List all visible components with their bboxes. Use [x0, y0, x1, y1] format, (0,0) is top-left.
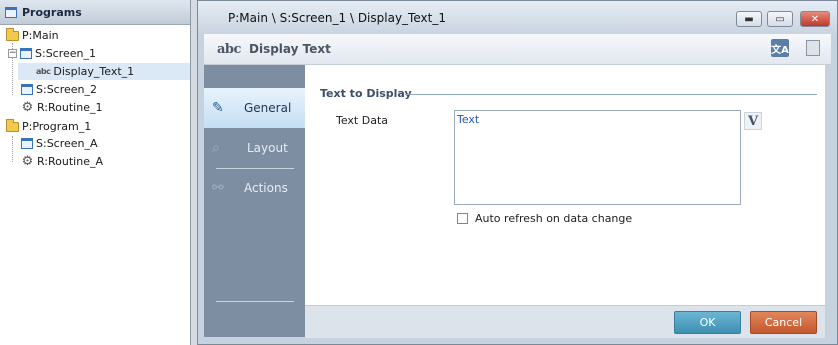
collapse-toggle[interactable]: − [8, 49, 17, 58]
tree-item-label: S:Screen_A [36, 137, 98, 150]
gear-icon: ⚙ [21, 100, 34, 115]
folder-icon [6, 118, 19, 132]
tree-item-p-main[interactable]: P:Main [6, 27, 59, 44]
tree-item-r-routine-a[interactable]: ⚙ R:Routine_A [21, 153, 103, 170]
display-text-dialog: P:Main \ S:Screen_1 \ Display_Text_1 ▬ ▭… [197, 0, 838, 345]
minimize-icon: ▬ [744, 13, 754, 25]
minimize-button[interactable]: ▬ [736, 11, 762, 27]
close-button[interactable]: ✕ [800, 11, 830, 27]
programs-icon [5, 6, 17, 18]
tree-header: Programs [0, 0, 190, 25]
tree-item-label: P:Main [22, 29, 59, 42]
maximize-icon: ▭ [775, 13, 785, 25]
auto-refresh-option[interactable]: Auto refresh on data change [457, 212, 632, 225]
section-title: Text to Display [320, 87, 412, 100]
tree-item-label: S:Screen_2 [36, 83, 98, 96]
window-title: P:Main \ S:Screen_1 \ Display_Text_1 [228, 11, 446, 25]
section-divider [405, 94, 817, 95]
nav-item-label: Layout [247, 141, 288, 155]
dialog-header: abc Display Text 文A [204, 34, 831, 65]
tree-item-s-screen-2[interactable]: S:Screen_2 [21, 81, 97, 98]
tree-item-label: S:Screen_1 [35, 47, 97, 60]
auto-refresh-checkbox[interactable] [457, 213, 468, 224]
nav-item-layout[interactable]: ⌕ Layout [204, 128, 305, 168]
property-nav: ✎ General ⌕ Layout ⚯ Actions [204, 65, 305, 337]
nav-item-general[interactable]: ✎ General [204, 88, 305, 128]
program-tree-panel: Programs P:Main − S:Screen_1 abc Display… [0, 0, 191, 345]
screen-icon [21, 138, 33, 149]
general-icon: ✎ [212, 100, 224, 116]
dialog-title: Display Text [249, 42, 331, 56]
tree-item-s-screen-1[interactable]: − S:Screen_1 [8, 45, 96, 62]
ok-button[interactable]: OK [674, 311, 741, 334]
tree-item-display-text-1[interactable]: abc Display_Text_1 [18, 63, 190, 80]
text-data-input[interactable]: Text [454, 110, 741, 205]
nav-item-actions[interactable]: ⚯ Actions [204, 168, 305, 208]
cancel-button[interactable]: Cancel [750, 311, 817, 334]
insert-variable-button[interactable]: V [744, 112, 762, 130]
tree-header-label: Programs [22, 5, 82, 19]
translate-icon[interactable]: 文A [771, 39, 789, 57]
window-titlebar[interactable]: P:Main \ S:Screen_1 \ Display_Text_1 ▬ ▭… [198, 1, 837, 34]
nav-item-label: General [244, 101, 292, 115]
tree-item-label: Display_Text_1 [53, 65, 135, 78]
tree-item-s-screen-a[interactable]: S:Screen_A [21, 135, 98, 152]
nav-divider [216, 301, 294, 302]
text-object-icon: abc [36, 67, 51, 76]
tree-item-r-routine-1[interactable]: ⚙ R:Routine_1 [21, 99, 103, 116]
tree-item-label: P:Program_1 [22, 120, 92, 133]
auto-refresh-label: Auto refresh on data change [475, 212, 633, 225]
gear-icon: ⚙ [21, 154, 34, 169]
screen-icon [20, 48, 32, 59]
maximize-button[interactable]: ▭ [767, 11, 793, 27]
actions-icon: ⚯ [212, 180, 224, 196]
text-data-label: Text Data [336, 114, 389, 127]
layout-icon: ⌕ [212, 140, 220, 156]
general-panel: Text to Display Text Data Text V Auto re… [305, 65, 825, 305]
screen-icon [21, 84, 33, 95]
text-object-icon: abc [217, 42, 241, 57]
tree-item-label: R:Routine_A [37, 155, 103, 168]
dialog-footer: OK Cancel [305, 305, 825, 338]
nav-item-label: Actions [244, 181, 288, 195]
tree-item-p-program-1[interactable]: P:Program_1 [6, 118, 91, 135]
tree-item-label: R:Routine_1 [37, 101, 103, 114]
close-icon: ✕ [810, 13, 820, 25]
tree-connector [12, 136, 13, 162]
note-icon[interactable] [806, 40, 820, 56]
folder-icon [6, 27, 19, 41]
